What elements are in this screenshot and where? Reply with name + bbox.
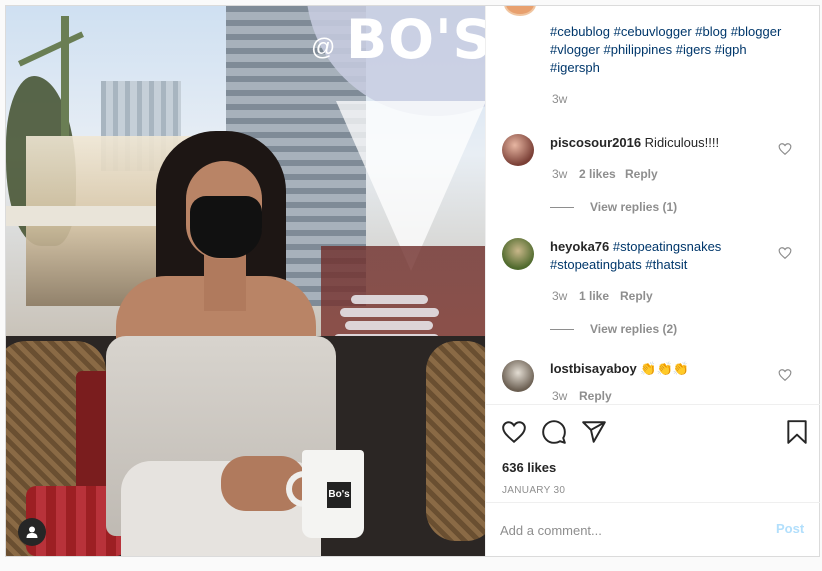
comment-username[interactable]: lostbisayaboy xyxy=(550,361,637,376)
window-sign-text: BO'S xyxy=(346,8,485,71)
view-replies-button[interactable]: View replies (2) xyxy=(590,322,677,336)
comment-heart-icon[interactable] xyxy=(778,246,792,260)
comment-input[interactable] xyxy=(500,515,750,545)
window-sign-at: @ xyxy=(311,34,336,61)
comments-list[interactable]: #cebublog #cebuvlogger #blog #blogger #v… xyxy=(486,6,820,404)
post-caption: #cebublog #cebuvlogger #blog #blogger #v… xyxy=(550,24,782,75)
heart-icon[interactable] xyxy=(501,419,527,445)
add-comment-bar: Post xyxy=(486,502,820,556)
comment-body: lostbisayaboy 👏👏👏 xyxy=(550,360,765,378)
comment-avatar[interactable] xyxy=(502,238,534,270)
comment-username[interactable]: heyoka76 xyxy=(550,239,609,254)
comment-text: Ridiculous!!!! xyxy=(644,135,720,150)
post-date[interactable]: JANUARY 30 xyxy=(502,485,565,496)
comment-icon[interactable] xyxy=(541,419,567,445)
post-photo[interactable]: @ BO'S Bo's xyxy=(6,6,485,556)
comment-text: 👏👏👏 xyxy=(640,361,689,376)
comment-avatar[interactable] xyxy=(502,134,534,166)
share-icon[interactable] xyxy=(581,419,607,445)
comment-heart-icon[interactable] xyxy=(778,368,792,382)
comment-likes[interactable]: 2 likes xyxy=(579,167,616,181)
user-tag-icon[interactable] xyxy=(18,518,46,546)
comment-time[interactable]: 3w xyxy=(552,389,567,403)
likes-count[interactable]: 636 likes xyxy=(502,460,556,475)
comment-body: piscosour2016 Ridiculous!!!! xyxy=(550,134,765,152)
replies-divider xyxy=(550,207,574,208)
post-modal: @ BO'S Bo's #cebublog #cebuvlogger #blog… xyxy=(5,5,820,557)
caption-time: 3w xyxy=(552,92,568,106)
view-replies-button[interactable]: View replies (1) xyxy=(590,200,677,214)
comment-reply-button[interactable]: Reply xyxy=(625,167,658,181)
post-actions: 636 likes JANUARY 30 xyxy=(486,404,820,502)
comment-time[interactable]: 3w xyxy=(552,289,567,303)
comment-reply-button[interactable]: Reply xyxy=(579,389,612,403)
bookmark-icon[interactable] xyxy=(784,419,810,445)
mug-logo: Bo's xyxy=(327,482,351,508)
post-comment-button[interactable]: Post xyxy=(776,521,804,536)
comment-heart-icon[interactable] xyxy=(778,142,792,156)
face-mask xyxy=(190,196,262,258)
comment-reply-button[interactable]: Reply xyxy=(620,289,653,303)
rattan-chair-right xyxy=(426,341,485,541)
comment-username[interactable]: piscosour2016 xyxy=(550,135,641,150)
comment-avatar[interactable] xyxy=(502,360,534,392)
comment-likes[interactable]: 1 like xyxy=(579,289,609,303)
comment-body: heyoka76 #stopeatingsnakes #stopeatingba… xyxy=(550,238,765,274)
woman-neck xyxy=(204,251,246,311)
photo-crane xyxy=(61,16,69,136)
author-avatar[interactable] xyxy=(504,6,536,16)
post-side-panel: #cebublog #cebuvlogger #blog #blogger #v… xyxy=(485,6,820,556)
comment-time[interactable]: 3w xyxy=(552,167,567,181)
replies-divider xyxy=(550,329,574,330)
